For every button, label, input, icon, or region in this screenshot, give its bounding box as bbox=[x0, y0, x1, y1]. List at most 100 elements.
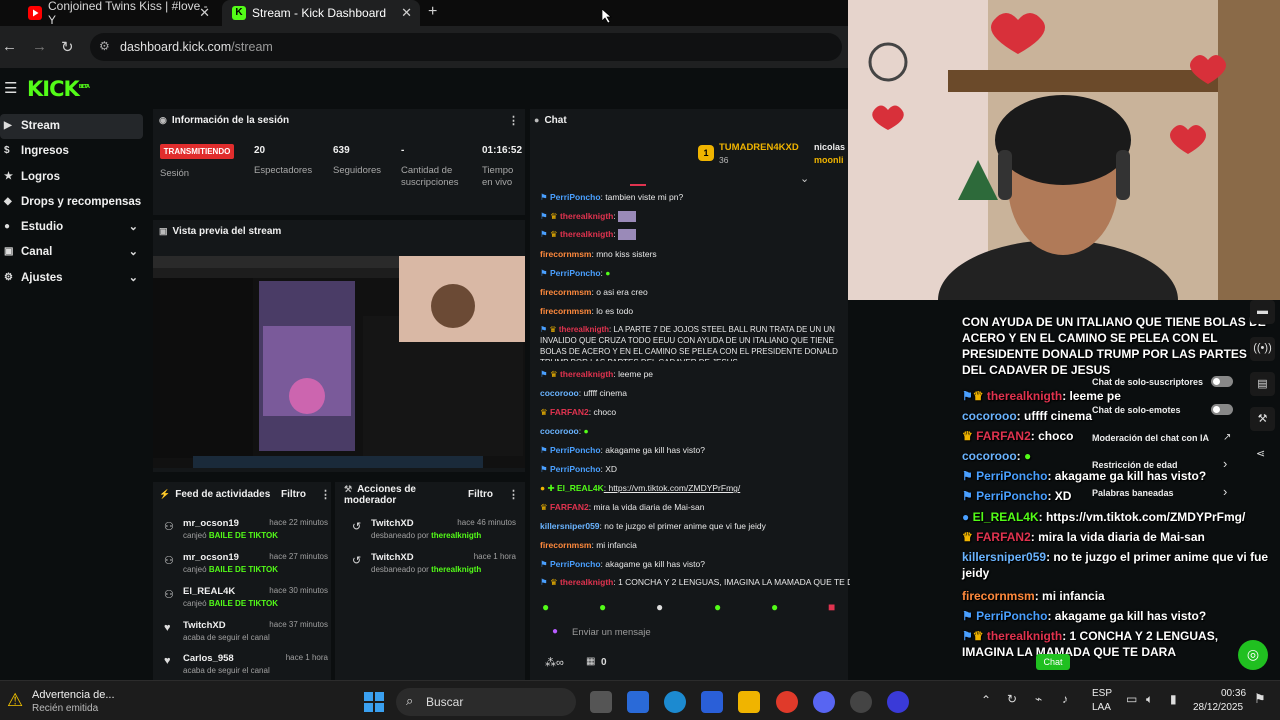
edge-icon[interactable] bbox=[664, 691, 686, 713]
broadcast-icon[interactable]: ((•)) bbox=[1250, 337, 1275, 361]
kick-logo[interactable]: KICKBETA bbox=[27, 77, 90, 101]
overlay-chat-button[interactable]: Chat bbox=[1036, 654, 1070, 670]
obs-icon[interactable] bbox=[850, 691, 872, 713]
mic-icon[interactable]: ● bbox=[552, 626, 558, 637]
store-icon[interactable] bbox=[701, 691, 723, 713]
chat-username[interactable]: PerriPoncho bbox=[550, 445, 601, 455]
chat-text: : 1 CONCHA Y 2 LENGUAS, IMAGINA LA MAMAD… bbox=[613, 577, 850, 587]
dashboard-icon[interactable]: ▤ bbox=[1250, 372, 1275, 396]
chat-side-icon[interactable]: ▬ bbox=[1250, 300, 1275, 324]
subs-only-toggle[interactable] bbox=[1211, 376, 1233, 387]
close-tab-icon[interactable]: ✕ bbox=[401, 5, 412, 21]
language-primary[interactable]: ESP bbox=[1092, 688, 1112, 699]
mod-filter-button[interactable]: Filtro bbox=[468, 489, 493, 500]
chat-username[interactable]: FARFAN2 bbox=[550, 502, 589, 512]
display-icon[interactable]: ▭ bbox=[1126, 692, 1137, 706]
chat-username[interactable]: cocorooo bbox=[540, 388, 579, 398]
tab-youtube[interactable]: Conjoined Twins Kiss | #love - Y ✕ bbox=[18, 0, 218, 27]
emote-icon[interactable]: ■ bbox=[828, 600, 835, 614]
sidebar-item-estudio[interactable]: ● Estudio ⌄ bbox=[0, 215, 148, 240]
chat-username[interactable]: PerriPoncho bbox=[550, 464, 601, 474]
chat-username[interactable]: PerriPoncho bbox=[550, 559, 601, 569]
new-tab-icon[interactable]: + bbox=[428, 3, 437, 21]
clock-time[interactable]: 00:36 bbox=[1221, 688, 1246, 699]
chat-username[interactable]: firecornmsm bbox=[540, 249, 592, 259]
chevron-up-icon[interactable]: ⌃ bbox=[981, 693, 991, 707]
discord-icon[interactable] bbox=[813, 691, 835, 713]
chat-username[interactable]: therealknigth bbox=[560, 229, 613, 239]
emote-icon[interactable]: ● bbox=[714, 600, 721, 614]
chat-input[interactable]: ● Enviar un mensaje bbox=[542, 620, 848, 644]
sidebar-item-drops[interactable]: ◆ Drops y recompensas bbox=[0, 190, 148, 215]
feed-filter-button[interactable]: Filtro bbox=[281, 489, 306, 500]
app-icon[interactable] bbox=[887, 691, 909, 713]
chat-username[interactable]: PerriPoncho bbox=[550, 268, 601, 278]
sidebar-item-logros[interactable]: ★ Logros bbox=[0, 165, 148, 190]
chrome-icon[interactable] bbox=[776, 691, 798, 713]
volume-icon[interactable]: 🔈︎ bbox=[1146, 692, 1153, 707]
leaderboard-user[interactable]: moonli bbox=[814, 155, 844, 165]
leaderboard-user[interactable]: nicolas bbox=[814, 142, 845, 152]
mic-icon[interactable]: ♪ bbox=[1062, 692, 1068, 706]
back-icon[interactable]: ← bbox=[2, 38, 17, 55]
chat-username[interactable]: therealknigth bbox=[560, 211, 613, 221]
chat-username[interactable]: cocorooo bbox=[540, 426, 579, 436]
support-chat-icon[interactable]: ◎ bbox=[1238, 640, 1268, 670]
points-value: 0 bbox=[601, 657, 607, 668]
chat-username[interactable]: firecornmsm bbox=[540, 306, 592, 316]
url-input[interactable]: ⚙ dashboard.kick.com/stream bbox=[90, 33, 842, 61]
outlook-icon[interactable] bbox=[627, 691, 649, 713]
windows-start-icon[interactable] bbox=[364, 692, 384, 712]
top-gifter-name[interactable]: TUMADREN4KXD bbox=[719, 142, 799, 153]
notification-title[interactable]: Advertencia de... bbox=[32, 689, 115, 701]
chat-username[interactable]: therealknigth bbox=[560, 369, 613, 379]
divider bbox=[630, 184, 646, 186]
overlay-message: ⚑ PerriPoncho: XD bbox=[962, 488, 1262, 504]
task-view-icon[interactable] bbox=[590, 691, 612, 713]
reload-icon[interactable]: ↻ bbox=[61, 38, 74, 56]
sidebar-item-label: Ajustes bbox=[21, 271, 63, 284]
notification-bell-icon[interactable]: ⚑ bbox=[1254, 691, 1266, 707]
emote-icon[interactable]: ● bbox=[656, 600, 663, 614]
sync-icon[interactable]: ↻ bbox=[1007, 692, 1017, 706]
chat-username[interactable]: El_REAL4K bbox=[557, 483, 604, 493]
overlay-message: killersniper059: no te juzgo el primer a… bbox=[962, 549, 1272, 581]
emote-icon[interactable]: ● bbox=[542, 600, 549, 614]
battery-icon[interactable]: ▮ bbox=[1170, 692, 1177, 706]
taskbar-search[interactable]: ⌕ Buscar bbox=[396, 688, 576, 716]
more-options-icon[interactable]: ⋮ bbox=[508, 114, 519, 127]
chat-username[interactable]: FARFAN2 bbox=[550, 407, 589, 417]
emote-image: ● bbox=[583, 426, 589, 436]
chat-username[interactable]: PerriPoncho bbox=[550, 192, 601, 202]
network-icon[interactable]: ⌁ bbox=[1035, 692, 1042, 706]
file-explorer-icon[interactable] bbox=[738, 691, 760, 713]
menu-icon[interactable]: ☰ bbox=[4, 79, 17, 97]
site-settings-icon[interactable]: ⚙ bbox=[99, 39, 110, 53]
chat-username[interactable]: therealknigth bbox=[559, 325, 609, 334]
chat-message: ⚑ PerriPoncho: XD bbox=[540, 463, 850, 475]
close-tab-icon[interactable]: ✕ bbox=[199, 5, 210, 21]
stream-preview-video[interactable] bbox=[153, 256, 525, 468]
tab-kick-dashboard[interactable]: K Stream - Kick Dashboard ✕ bbox=[222, 0, 420, 26]
more-options-icon[interactable]: ⋮ bbox=[320, 488, 331, 501]
chat-text: : akagame ga kill has visto? bbox=[600, 445, 705, 455]
chevron-down-icon[interactable]: ⌄ bbox=[800, 172, 809, 185]
more-options-icon[interactable]: ⋮ bbox=[508, 488, 519, 501]
chat-username[interactable]: killersniper059 bbox=[540, 521, 600, 531]
sidebar-item-ingresos[interactable]: $ Ingresos bbox=[0, 139, 148, 164]
emote-icon[interactable]: ● bbox=[771, 600, 778, 614]
forward-icon[interactable]: → bbox=[32, 38, 47, 55]
chat-username[interactable]: firecornmsm bbox=[540, 287, 592, 297]
share-icon[interactable]: ⋖ bbox=[1256, 447, 1265, 460]
chat-username[interactable]: firecornmsm bbox=[540, 540, 592, 550]
browser-tab-bar: Conjoined Twins Kiss | #love - Y ✕ K Str… bbox=[0, 0, 848, 27]
emote-icon[interactable]: ● bbox=[599, 600, 606, 614]
wrench-icon[interactable]: ⚒ bbox=[1250, 407, 1275, 431]
emote-picker-icon[interactable]: ⁂∞ bbox=[545, 656, 564, 669]
sidebar-item-canal[interactable]: ▣ Canal ⌄ bbox=[0, 240, 148, 265]
sidebar-item-ajustes[interactable]: ⚙ Ajustes ⌄ bbox=[0, 266, 148, 291]
chat-link[interactable]: : https://vm.tiktok.com/ZMDYPrFmg/ bbox=[604, 483, 741, 493]
sidebar-item-stream[interactable]: ▶ Stream bbox=[0, 114, 143, 140]
chat-username[interactable]: therealknigth bbox=[560, 577, 613, 587]
overlay-text: : uffff cinema bbox=[1016, 409, 1093, 423]
